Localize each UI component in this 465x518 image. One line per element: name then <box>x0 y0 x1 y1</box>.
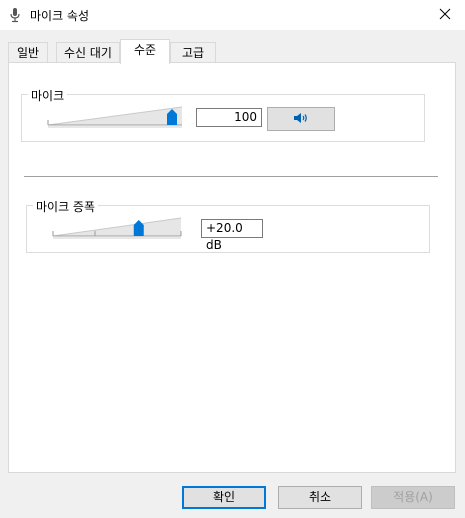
tab-strip: 일반 수신 대기 수준 고급 <box>8 39 448 64</box>
mic-level-value[interactable]: 100 <box>196 108 262 127</box>
close-icon <box>439 8 451 23</box>
microphone-icon <box>8 7 22 23</box>
mic-boost-slider[interactable] <box>51 214 187 240</box>
levels-panel: 마이크 100 마이크 증폭 +20.0 dB <box>8 62 456 473</box>
tab-listen[interactable]: 수신 대기 <box>56 42 120 62</box>
window-title: 마이크 속성 <box>30 9 90 23</box>
speaker-icon <box>293 112 309 127</box>
ok-button[interactable]: 확인 <box>182 486 266 509</box>
mute-toggle-button[interactable] <box>267 107 335 131</box>
cancel-button[interactable]: 취소 <box>278 486 362 509</box>
mic-level-slider[interactable] <box>46 103 188 129</box>
mic-boost-value[interactable]: +20.0 dB <box>201 219 263 252</box>
close-button[interactable] <box>425 0 465 30</box>
tab-advanced[interactable]: 고급 <box>170 42 216 62</box>
mic-boost-group: 마이크 증폭 +20.0 dB <box>26 198 430 253</box>
tab-levels[interactable]: 수준 <box>120 39 170 64</box>
title-bar: 마이크 속성 <box>0 0 465 30</box>
mic-level-label: 마이크 <box>28 87 68 104</box>
boost-slider-thumb[interactable] <box>133 220 144 236</box>
tab-general[interactable]: 일반 <box>8 42 48 62</box>
mic-boost-label: 마이크 증폭 <box>33 198 99 215</box>
apply-button[interactable]: 적용(A) <box>371 486 455 509</box>
mic-properties-window: 마이크 속성 일반 수신 대기 수준 고급 마이크 100 마이크 증폭 +20… <box>0 0 465 518</box>
mic-level-group: 마이크 100 <box>21 87 425 142</box>
separator <box>24 176 438 177</box>
